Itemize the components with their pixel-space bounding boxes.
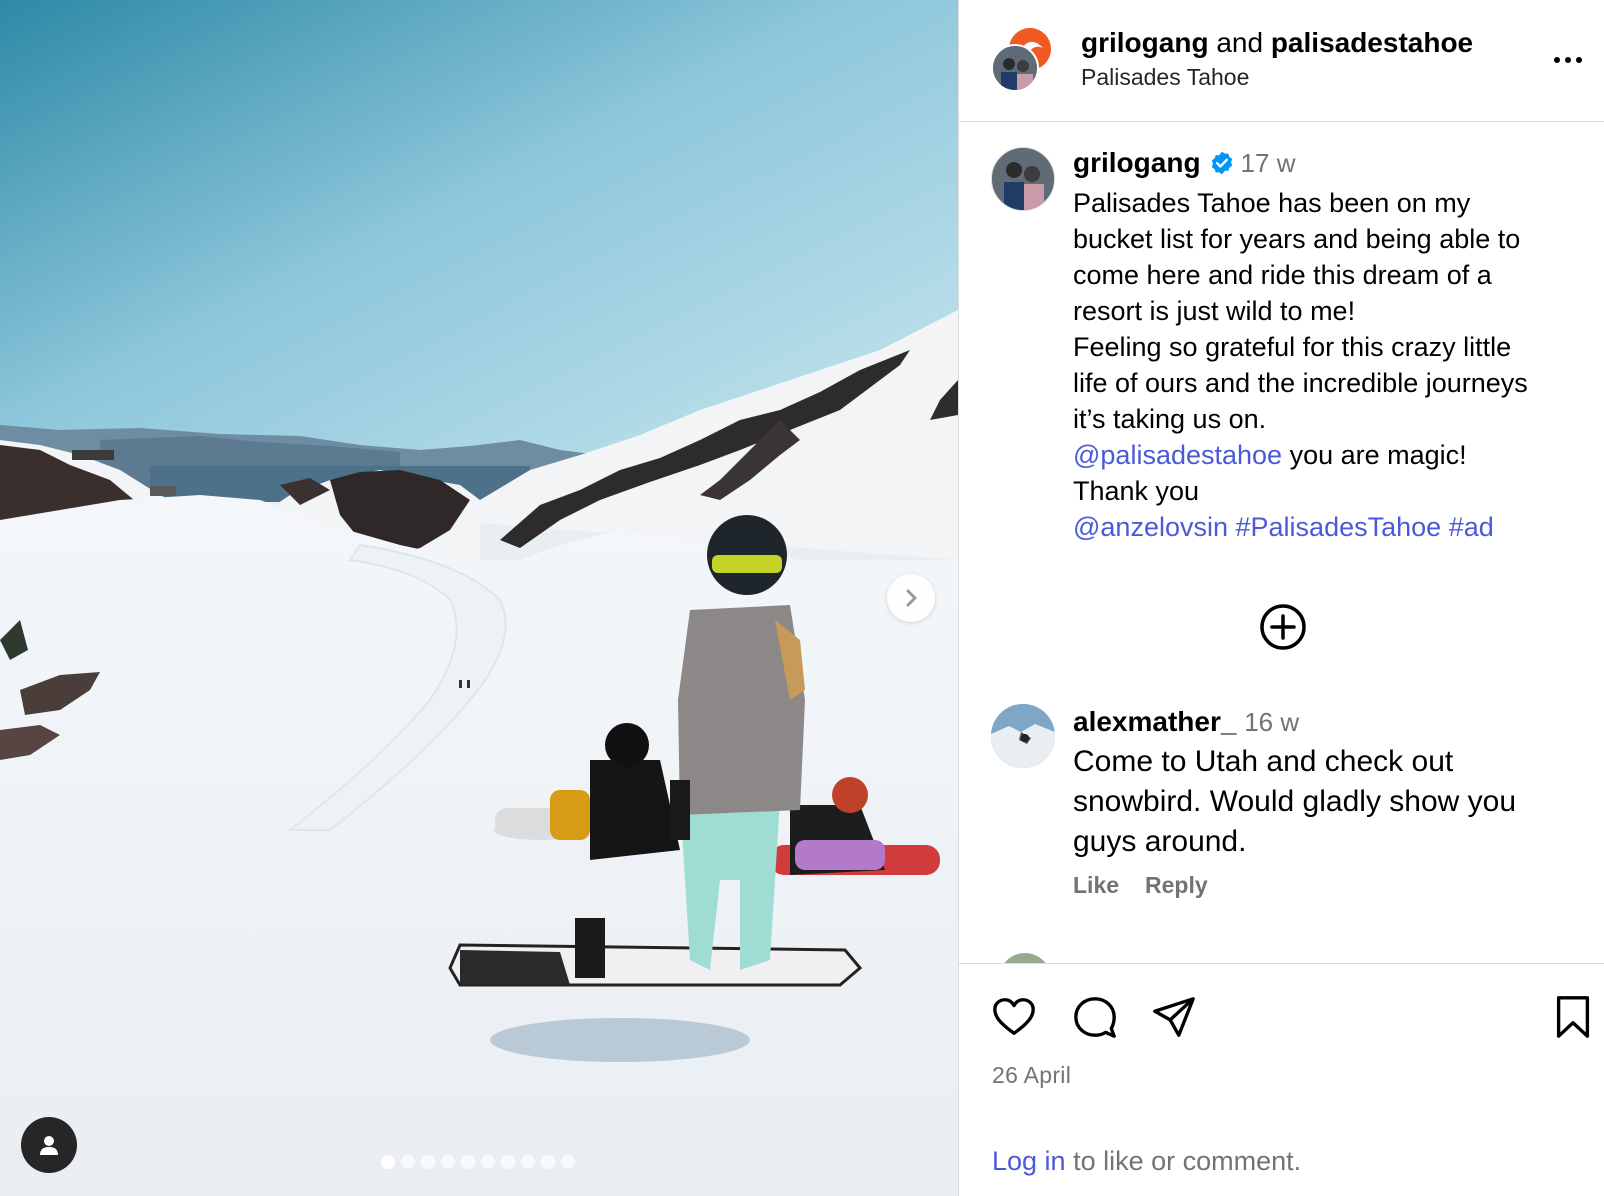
comment-line: guys around. bbox=[1073, 825, 1247, 858]
author-avatar[interactable] bbox=[991, 44, 1039, 92]
next-commenter-avatar[interactable] bbox=[999, 953, 1051, 963]
hashtag-link[interactable]: #PalisadesTahoe bbox=[1236, 512, 1442, 542]
collaborator-username[interactable]: palisadestahoe bbox=[1271, 27, 1473, 58]
carousel-indicator bbox=[381, 1155, 575, 1169]
carousel-dot bbox=[541, 1155, 555, 1169]
carousel-dot bbox=[381, 1155, 395, 1169]
avatar-photo bbox=[992, 148, 1054, 210]
commenter-avatar[interactable] bbox=[991, 704, 1055, 768]
heart-icon bbox=[993, 998, 1035, 1035]
save-button[interactable] bbox=[1553, 994, 1593, 1045]
post-media[interactable] bbox=[0, 0, 958, 1196]
speech-bubble-icon bbox=[1074, 997, 1116, 1038]
plus-circle-icon bbox=[1260, 604, 1306, 650]
caption-line: life of ours and the incredible journeys bbox=[1073, 368, 1528, 398]
collab-avatars[interactable] bbox=[991, 28, 1055, 92]
post-photo bbox=[0, 0, 958, 1196]
verified-badge-icon bbox=[1209, 149, 1235, 185]
hashtag-link[interactable]: #ad bbox=[1449, 512, 1494, 542]
carousel-dot bbox=[501, 1155, 515, 1169]
next-slide-button[interactable] bbox=[887, 574, 935, 622]
caption-time[interactable]: 17 w bbox=[1241, 148, 1296, 178]
post-header: grilogang and palisadestahoe Palisades T… bbox=[959, 0, 1604, 122]
author-joiner: and bbox=[1216, 27, 1264, 58]
caption-line: come here and ride this dream of a bbox=[1073, 260, 1492, 290]
mention-link[interactable]: @palisadestahoe bbox=[1073, 440, 1282, 470]
ellipsis-icon bbox=[1554, 57, 1582, 63]
tagged-users-button[interactable] bbox=[21, 1117, 77, 1173]
comment-text: Come to Utah and check out snowbird. Wou… bbox=[1073, 742, 1583, 862]
comment-actions: Like Reply bbox=[1073, 872, 1583, 899]
comment-like-button[interactable]: Like bbox=[1073, 872, 1119, 899]
bookmark-icon bbox=[1556, 996, 1590, 1038]
paper-plane-icon bbox=[1153, 997, 1195, 1037]
post-actions: 26 April Log in to like or comment. bbox=[959, 963, 1604, 1196]
post-date[interactable]: 26 April bbox=[992, 1062, 1071, 1089]
more-options-button[interactable] bbox=[1547, 42, 1589, 78]
avatar-photo bbox=[993, 46, 1037, 90]
post-location[interactable]: Palisades Tahoe bbox=[1081, 64, 1249, 91]
login-suffix: to like or comment. bbox=[1065, 1146, 1302, 1176]
caption-line: it’s taking us on. bbox=[1073, 404, 1267, 434]
caption-line: Feeling so grateful for this crazy littl… bbox=[1073, 332, 1512, 362]
carousel-dot bbox=[521, 1155, 535, 1169]
comment-username[interactable]: alexmather_ bbox=[1073, 706, 1236, 737]
post-author-line: grilogang and palisadestahoe bbox=[1081, 26, 1473, 60]
avatar-photo bbox=[991, 704, 1055, 768]
login-prompt: Log in to like or comment. bbox=[992, 1146, 1301, 1177]
caption-author-avatar[interactable] bbox=[991, 147, 1055, 211]
caption-line: Thank you bbox=[1073, 476, 1200, 506]
mention-link[interactable]: @anzelovsin bbox=[1073, 512, 1228, 542]
caption-username[interactable]: grilogang bbox=[1073, 147, 1201, 178]
post-caption: grilogang 17 w Palisades Tahoe has been o… bbox=[1073, 145, 1583, 545]
carousel-dot bbox=[421, 1155, 435, 1169]
caption-line: bucket list for years and being able to bbox=[1073, 224, 1521, 254]
comment: alexmather_ 16 w Come to Utah and check … bbox=[1073, 704, 1583, 899]
carousel-dot bbox=[401, 1155, 415, 1169]
caption-line: resort is just wild to me! bbox=[1073, 296, 1356, 326]
comments-section[interactable]: grilogang 17 w Palisades Tahoe has been o… bbox=[959, 123, 1604, 963]
caption-text: you are magic! bbox=[1282, 440, 1467, 470]
comment-line: Come to Utah and check out bbox=[1073, 745, 1454, 778]
carousel-dot bbox=[441, 1155, 455, 1169]
chevron-right-icon bbox=[906, 589, 917, 607]
share-button[interactable] bbox=[1151, 994, 1197, 1045]
carousel-dot bbox=[461, 1155, 475, 1169]
caption-line: Palisades Tahoe has been on my bbox=[1073, 188, 1471, 218]
comment-reply-button[interactable]: Reply bbox=[1145, 872, 1208, 899]
user-icon bbox=[40, 1136, 58, 1155]
carousel-dot bbox=[561, 1155, 575, 1169]
comment-line: snowbird. Would gladly show you bbox=[1073, 785, 1517, 818]
login-link[interactable]: Log in bbox=[992, 1146, 1066, 1176]
load-more-comments-button[interactable] bbox=[1257, 601, 1309, 653]
post-sidebar: grilogang and palisadestahoe Palisades T… bbox=[958, 0, 1604, 1196]
comment-time[interactable]: 16 w bbox=[1244, 707, 1299, 737]
comment-button[interactable] bbox=[1072, 994, 1118, 1045]
like-button[interactable] bbox=[991, 994, 1037, 1045]
carousel-dot bbox=[481, 1155, 495, 1169]
author-username[interactable]: grilogang bbox=[1081, 27, 1209, 58]
